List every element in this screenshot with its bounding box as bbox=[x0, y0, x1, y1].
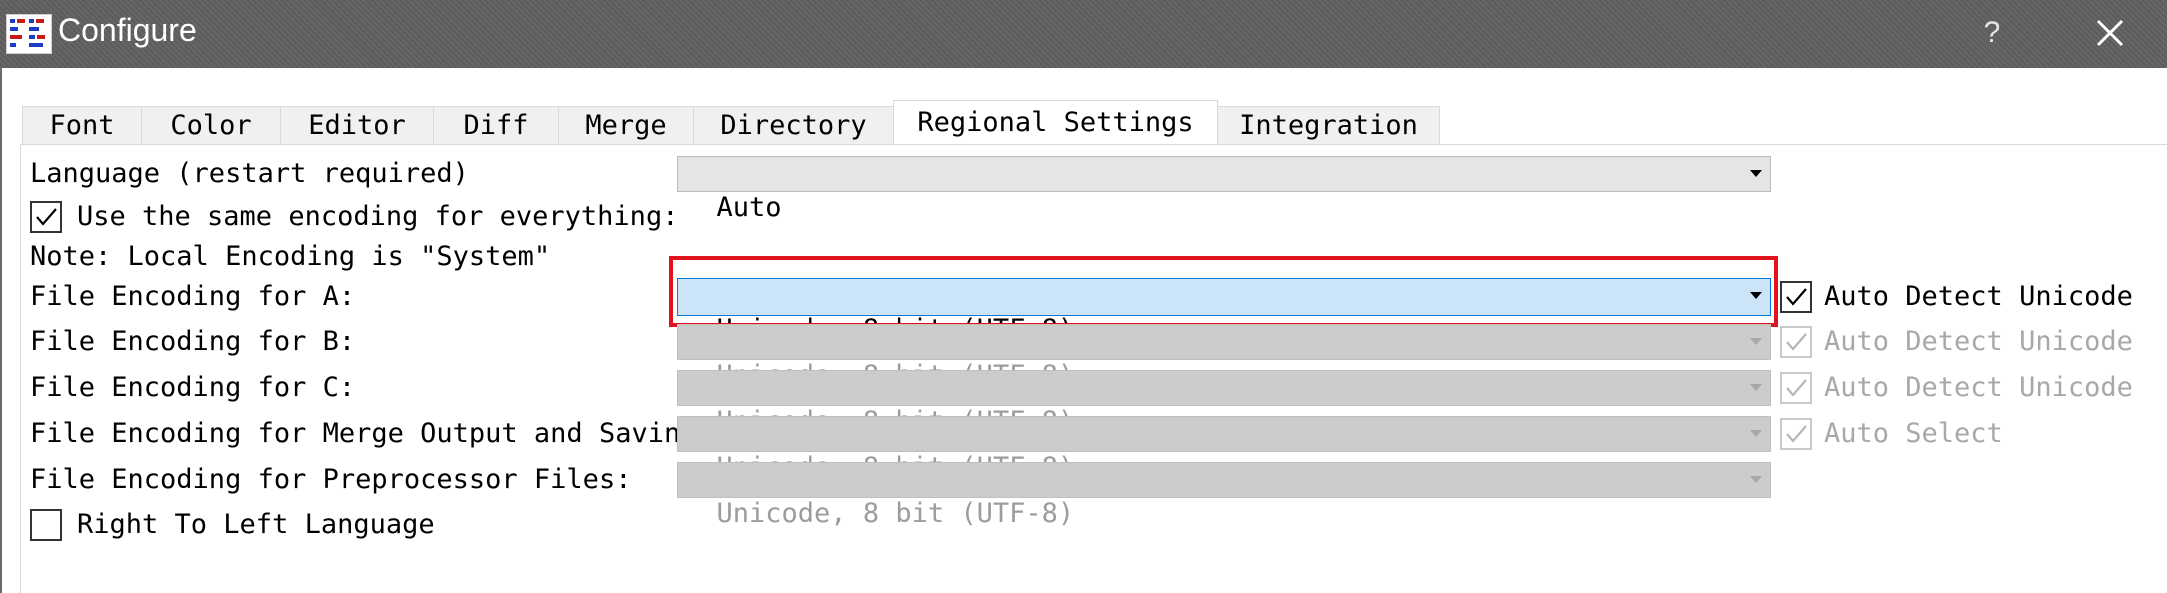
window-title: Configure bbox=[58, 12, 197, 48]
auto-detect-c-label: Auto Detect Unicode bbox=[1824, 372, 2133, 403]
help-button[interactable]: ? bbox=[1972, 8, 2012, 58]
language-value: Auto bbox=[716, 192, 782, 223]
tab-font[interactable]: Font bbox=[22, 106, 142, 144]
tab-diff[interactable]: Diff bbox=[433, 106, 559, 144]
auto-detect-b-checkbox[interactable] bbox=[1780, 326, 1812, 358]
chevron-down-icon bbox=[1750, 430, 1762, 437]
app-icon bbox=[6, 14, 52, 54]
encoding-b-select[interactable]: Unicode, 8 bit (UTF-8) bbox=[677, 324, 1771, 391]
local-encoding-note: Note: Local Encoding is "System" bbox=[30, 241, 551, 272]
language-select[interactable]: Auto bbox=[677, 156, 1771, 223]
encoding-preprocessor-label: File Encoding for Preprocessor Files: bbox=[30, 464, 632, 495]
check-icon bbox=[1786, 288, 1807, 306]
title-bar: Configure ? bbox=[0, 0, 2167, 68]
tab-regional-settings[interactable]: Regional Settings bbox=[893, 100, 1218, 144]
tab-color[interactable]: Color bbox=[141, 106, 281, 144]
auto-select-label: Auto Select bbox=[1824, 418, 2003, 449]
chevron-down-icon bbox=[1750, 384, 1762, 391]
encoding-preprocessor-value: Unicode, 8 bit (UTF-8) bbox=[716, 498, 1075, 529]
close-icon bbox=[2096, 19, 2124, 47]
encoding-preprocessor-select[interactable]: Unicode, 8 bit (UTF-8) bbox=[677, 462, 1771, 529]
check-icon bbox=[1786, 425, 1807, 443]
check-icon bbox=[1786, 379, 1807, 397]
encoding-a-label: File Encoding for A: bbox=[30, 281, 356, 312]
rtl-label: Right To Left Language bbox=[77, 509, 435, 540]
encoding-b-label: File Encoding for B: bbox=[30, 326, 356, 357]
auto-detect-b-label: Auto Detect Unicode bbox=[1824, 326, 2133, 357]
tab-integration[interactable]: Integration bbox=[1217, 106, 1440, 144]
auto-detect-a-label: Auto Detect Unicode bbox=[1824, 281, 2133, 312]
encoding-a-select[interactable]: Unicode, 8 bit (UTF-8) bbox=[677, 278, 1771, 345]
encoding-c-label: File Encoding for C: bbox=[30, 372, 356, 403]
auto-detect-c-checkbox[interactable] bbox=[1780, 372, 1812, 404]
tab-bar: Font Color Editor Diff Merge Directory R… bbox=[22, 100, 1440, 144]
tab-editor[interactable]: Editor bbox=[280, 106, 434, 144]
chevron-down-icon bbox=[1750, 292, 1762, 299]
check-icon bbox=[36, 208, 57, 226]
encoding-c-select[interactable]: Unicode, 8 bit (UTF-8) bbox=[677, 370, 1771, 437]
same-encoding-label: Use the same encoding for everything: bbox=[77, 201, 679, 232]
encoding-merge-label: File Encoding for Merge Output and Savin… bbox=[30, 418, 713, 449]
check-icon bbox=[1786, 333, 1807, 351]
tab-merge[interactable]: Merge bbox=[558, 106, 694, 144]
encoding-merge-select[interactable]: Unicode, 8 bit (UTF-8) bbox=[677, 416, 1771, 483]
same-encoding-checkbox[interactable] bbox=[30, 201, 62, 233]
close-button[interactable] bbox=[2085, 8, 2135, 58]
tab-directory[interactable]: Directory bbox=[693, 106, 894, 144]
chevron-down-icon bbox=[1750, 338, 1762, 345]
chevron-down-icon bbox=[1750, 170, 1762, 177]
chevron-down-icon bbox=[1750, 476, 1762, 483]
auto-detect-a-checkbox[interactable] bbox=[1780, 281, 1812, 313]
rtl-checkbox[interactable] bbox=[30, 509, 62, 541]
language-label: Language (restart required) bbox=[30, 158, 469, 189]
auto-select-checkbox[interactable] bbox=[1780, 418, 1812, 450]
